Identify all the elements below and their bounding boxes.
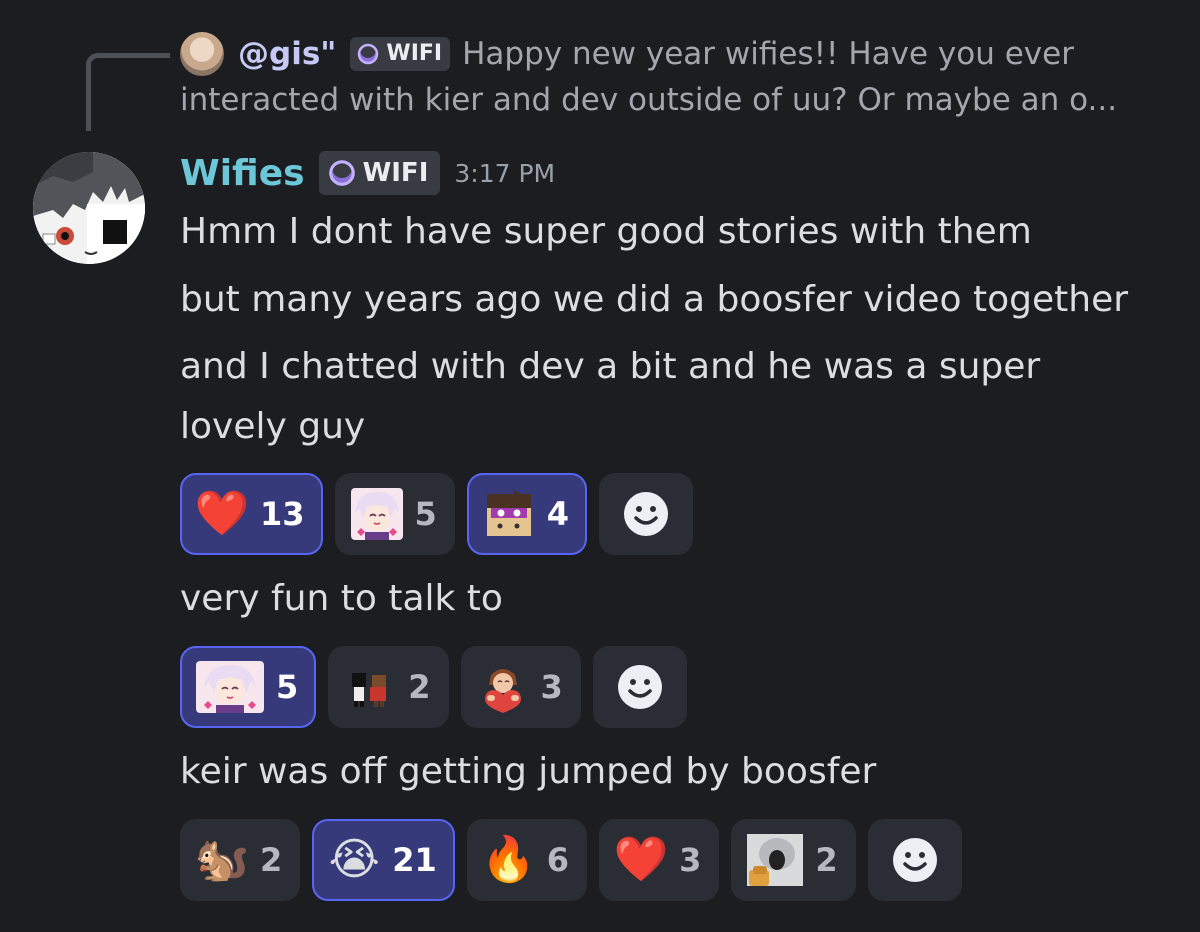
reaction-bar: 5 2 3: [180, 646, 687, 728]
reaction-pill[interactable]: 2: [328, 646, 449, 728]
reaction-count: 5: [414, 495, 437, 533]
reply-spine: [86, 53, 170, 131]
moon-badge-icon: [358, 42, 379, 65]
reaction-pill[interactable]: 2: [731, 819, 856, 901]
message-username[interactable]: Wifies: [180, 153, 305, 194]
reaction-count: 5: [276, 668, 299, 706]
reaction-count: 3: [679, 841, 702, 879]
moon-badge-icon: [328, 158, 355, 186]
message-followup-1: very fun to talk to: [180, 578, 503, 619]
reaction-count: 2: [260, 841, 283, 879]
reaction-pill[interactable]: 4: [466, 473, 588, 555]
reply-tag-label: WIFI: [386, 41, 443, 66]
reaction-pill[interactable]: ❤️ 3: [599, 819, 720, 901]
reaction-count: 21: [392, 841, 437, 879]
loudly-crying-face-icon: 😭: [328, 834, 380, 885]
add-reaction-icon: [892, 838, 937, 882]
heart-icon: ❤️: [613, 834, 669, 885]
avatar-image: [33, 152, 145, 264]
reaction-pill[interactable]: 3: [460, 646, 581, 728]
reply-text-line2: interacted with kier and dev outside of …: [180, 82, 1118, 118]
add-reaction-button[interactable]: [867, 819, 962, 901]
reply-preview[interactable]: @gis" WIFI Happy new year wifies!! Have …: [180, 32, 1170, 124]
add-reaction-button[interactable]: [592, 646, 687, 728]
reaction-count: 13: [260, 495, 305, 533]
reply-header: @gis" WIFI Happy new year wifies!! Have …: [180, 32, 1170, 76]
reply-clan-tag[interactable]: WIFI: [350, 37, 451, 71]
reply-avatar[interactable]: [180, 32, 224, 76]
fire-icon: 🔥: [481, 834, 537, 885]
anime-girl-emoji-icon: [196, 661, 264, 713]
reaction-pill[interactable]: 😭 21: [312, 819, 455, 901]
reaction-count: 2: [408, 668, 431, 706]
chipmunk-icon: 🐿️: [194, 834, 250, 885]
blocky-face-emoji-icon: [486, 490, 531, 536]
reply-text-line1: Happy new year wifies!! Have you ever: [462, 36, 1074, 72]
message-timestamp[interactable]: 3:17 PM: [454, 159, 555, 188]
message-followup-2: keir was off getting jumped by boosfer: [180, 751, 877, 792]
pixel-hug-emoji-icon: [352, 673, 387, 707]
message-line-4: lovely guy: [180, 406, 366, 447]
message-line-2: but many years ago we did a boosfer vide…: [180, 279, 1129, 320]
message-tag-label: WIFI: [362, 158, 429, 188]
reply-username[interactable]: @gis": [238, 30, 336, 78]
anime-girl-emoji-icon: [350, 488, 403, 540]
chat-view: @gis" WIFI Happy new year wifies!! Have …: [0, 0, 1200, 932]
avatar[interactable]: [33, 152, 145, 264]
reaction-bar: 🐿️ 2 😭 21 🔥 6 ❤️ 3 2: [180, 819, 962, 901]
reaction-pill[interactable]: 5: [180, 646, 317, 728]
heart-icon: ❤️: [194, 488, 250, 539]
message-line-1: Hmm I dont have super good stories with …: [180, 211, 1032, 252]
reaction-count: 6: [546, 841, 570, 879]
reaction-pill[interactable]: 🔥 6: [466, 819, 588, 901]
screaming-photo-emoji-icon: [747, 834, 804, 886]
message-clan-tag[interactable]: WIFI: [318, 151, 441, 195]
reaction-bar: ❤️ 13 5 4: [180, 473, 694, 555]
reaction-pill[interactable]: 🐿️ 2: [180, 819, 301, 901]
add-reaction-icon: [617, 665, 662, 709]
add-reaction-icon: [624, 492, 669, 536]
heart-hug-emoji-icon: [484, 669, 521, 713]
reaction-count: 2: [815, 841, 838, 879]
reaction-count: 3: [540, 668, 563, 706]
message-header: Wifies WIFI 3:17 PM: [180, 148, 555, 198]
add-reaction-button[interactable]: [599, 473, 694, 555]
reaction-pill[interactable]: ❤️ 13: [180, 473, 323, 555]
reaction-count: 4: [546, 495, 570, 533]
message-line-3: and I chatted with dev a bit and he was …: [180, 346, 1041, 387]
reaction-pill[interactable]: 5: [334, 473, 455, 555]
